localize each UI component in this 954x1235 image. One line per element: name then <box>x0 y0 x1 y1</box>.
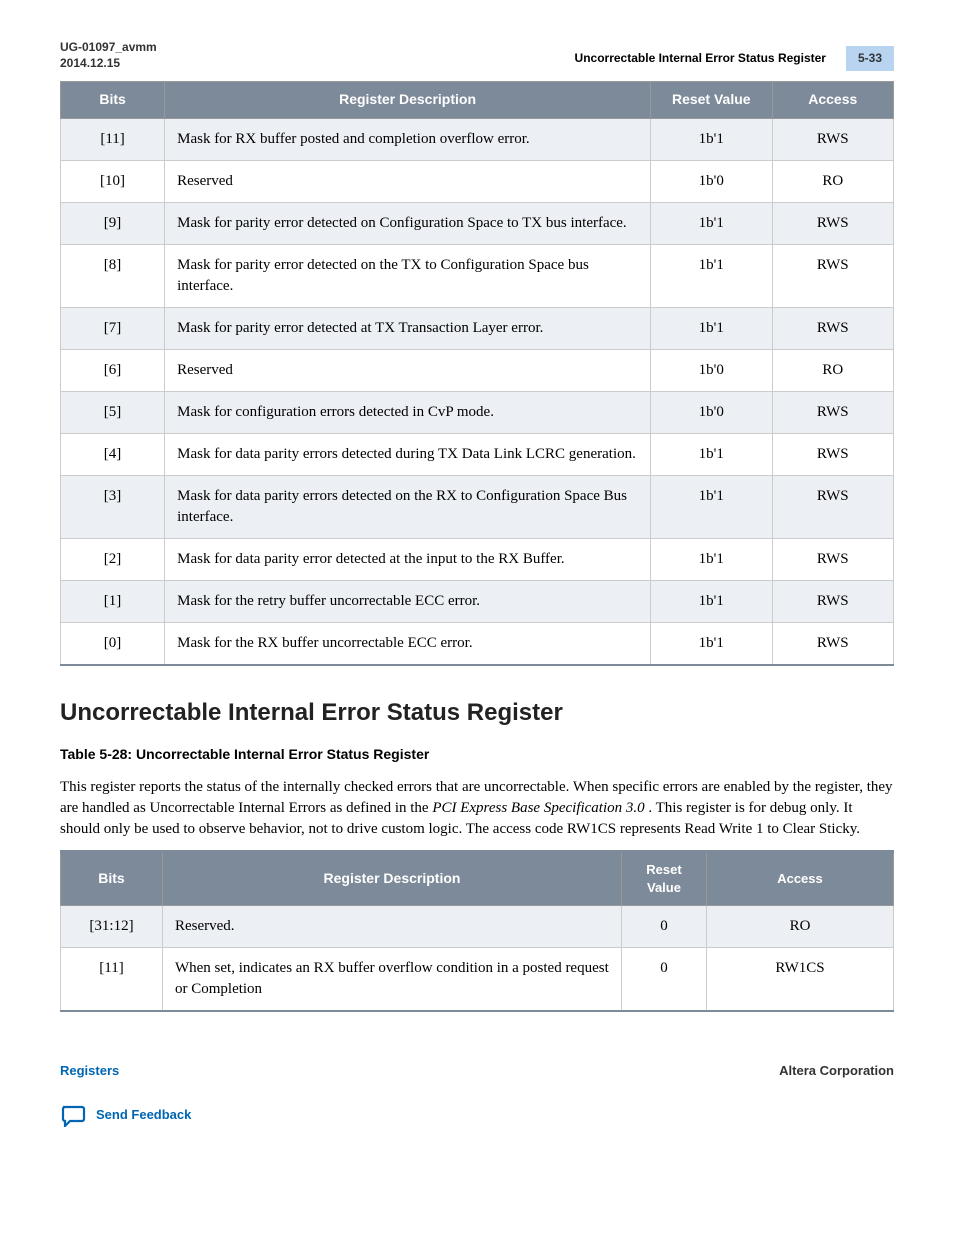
cell-desc: Mask for the retry buffer uncorrectable … <box>165 580 651 622</box>
table-caption: Table 5-28: Uncorrectable Internal Error… <box>60 745 894 765</box>
cell-access: RWS <box>772 475 894 538</box>
cell-reset: 1b'1 <box>651 580 772 622</box>
feedback-label: Send Feedback <box>96 1106 191 1124</box>
page-number: 5-33 <box>846 46 894 71</box>
table-row: [10]Reserved1b'0RO <box>61 160 894 202</box>
cell-access: RWS <box>772 580 894 622</box>
col-access: Access <box>772 82 894 119</box>
table-row: [4]Mask for data parity errors detected … <box>61 433 894 475</box>
cell-access: RO <box>706 906 893 948</box>
cell-reset: 1b'0 <box>651 160 772 202</box>
table-row: [11]When set, indicates an RX buffer ove… <box>61 948 894 1012</box>
cell-bits: [0] <box>61 622 165 665</box>
cell-reset: 0 <box>621 906 706 948</box>
cell-reset: 1b'1 <box>651 622 772 665</box>
register-table-1: Bits Register Description Reset Value Ac… <box>60 81 894 666</box>
cell-bits: [5] <box>61 391 165 433</box>
col-desc: Register Description <box>162 851 621 905</box>
cell-access: RWS <box>772 307 894 349</box>
table-row: [0]Mask for the RX buffer uncorrectable … <box>61 622 894 665</box>
cell-desc: Reserved. <box>162 906 621 948</box>
table-row: [9]Mask for parity error detected on Con… <box>61 202 894 244</box>
cell-bits: [3] <box>61 475 165 538</box>
page-footer: Registers Altera Corporation <box>60 1062 894 1080</box>
cell-desc: Mask for parity error detected on the TX… <box>165 244 651 307</box>
cell-bits: [11] <box>61 118 165 160</box>
cell-bits: [1] <box>61 580 165 622</box>
footer-left[interactable]: Registers <box>60 1062 119 1080</box>
cell-access: RWS <box>772 391 894 433</box>
cell-reset: 1b'1 <box>651 118 772 160</box>
cell-reset: 1b'1 <box>651 433 772 475</box>
footer-right: Altera Corporation <box>779 1062 894 1080</box>
cell-access: RWS <box>772 202 894 244</box>
feedback-icon <box>60 1105 86 1127</box>
cell-access: RWS <box>772 622 894 665</box>
table-row: [11]Mask for RX buffer posted and comple… <box>61 118 894 160</box>
cell-desc: When set, indicates an RX buffer overflo… <box>162 948 621 1012</box>
cell-bits: [11] <box>61 948 163 1012</box>
page-header: UG-01097_avmm 2014.12.15 Uncorrectable I… <box>60 40 894 71</box>
cell-access: RO <box>772 349 894 391</box>
col-bits: Bits <box>61 851 163 905</box>
cell-bits: [10] <box>61 160 165 202</box>
cell-access: RWS <box>772 118 894 160</box>
cell-reset: 1b'1 <box>651 307 772 349</box>
spec-name-italic: PCI Express Base Specification 3.0 <box>432 800 644 816</box>
cell-access: RO <box>772 160 894 202</box>
cell-access: RWS <box>772 433 894 475</box>
table-row: [31:12]Reserved.0RO <box>61 906 894 948</box>
cell-desc: Reserved <box>165 349 651 391</box>
cell-desc: Mask for configuration errors detected i… <box>165 391 651 433</box>
header-right: Uncorrectable Internal Error Status Regi… <box>575 46 894 71</box>
cell-reset: 1b'1 <box>651 475 772 538</box>
cell-reset: 1b'1 <box>651 202 772 244</box>
cell-access: RWS <box>772 244 894 307</box>
cell-bits: [8] <box>61 244 165 307</box>
cell-bits: [2] <box>61 538 165 580</box>
cell-reset: 1b'0 <box>651 349 772 391</box>
para-text-1: This register reports the status of the … <box>60 779 815 795</box>
cell-bits: [31:12] <box>61 906 163 948</box>
doc-id: UG-01097_avmm <box>60 40 157 56</box>
col-desc: Register Description <box>165 82 651 119</box>
table-row: [6]Reserved1b'0RO <box>61 349 894 391</box>
table-row: [8]Mask for parity error detected on the… <box>61 244 894 307</box>
cell-reset: 1b'0 <box>651 391 772 433</box>
cell-desc: Mask for data parity error detected at t… <box>165 538 651 580</box>
cell-desc: Mask for parity error detected on Config… <box>165 202 651 244</box>
cell-desc: Reserved <box>165 160 651 202</box>
col-reset: Reset Value <box>651 82 772 119</box>
doc-id-block: UG-01097_avmm 2014.12.15 <box>60 40 157 71</box>
doc-date: 2014.12.15 <box>60 56 157 72</box>
table-row: [3]Mask for data parity errors detected … <box>61 475 894 538</box>
cell-desc: Mask for RX buffer posted and completion… <box>165 118 651 160</box>
col-bits: Bits <box>61 82 165 119</box>
section-title-header: Uncorrectable Internal Error Status Regi… <box>575 50 826 67</box>
cell-bits: [6] <box>61 349 165 391</box>
col-reset: Reset Value <box>621 851 706 905</box>
col-access: Access <box>706 851 893 905</box>
register-table-2: Bits Register Description Reset Value Ac… <box>60 850 894 1012</box>
cell-reset: 1b'1 <box>651 244 772 307</box>
cell-desc: Mask for parity error detected at TX Tra… <box>165 307 651 349</box>
section-paragraph: This register reports the status of the … <box>60 777 894 840</box>
cell-access: RWS <box>772 538 894 580</box>
cell-desc: Mask for data parity errors detected dur… <box>165 433 651 475</box>
cell-bits: [9] <box>61 202 165 244</box>
cell-bits: [4] <box>61 433 165 475</box>
table-row: [1]Mask for the retry buffer uncorrectab… <box>61 580 894 622</box>
table-row: [5]Mask for configuration errors detecte… <box>61 391 894 433</box>
send-feedback-link[interactable]: Send Feedback <box>60 1105 894 1127</box>
cell-reset: 0 <box>621 948 706 1012</box>
cell-desc: Mask for data parity errors detected on … <box>165 475 651 538</box>
section-heading: Uncorrectable Internal Error Status Regi… <box>60 696 894 730</box>
cell-bits: [7] <box>61 307 165 349</box>
table-row: [7]Mask for parity error detected at TX … <box>61 307 894 349</box>
cell-desc: Mask for the RX buffer uncorrectable ECC… <box>165 622 651 665</box>
cell-access: RW1CS <box>706 948 893 1012</box>
table-row: [2]Mask for data parity error detected a… <box>61 538 894 580</box>
cell-reset: 1b'1 <box>651 538 772 580</box>
